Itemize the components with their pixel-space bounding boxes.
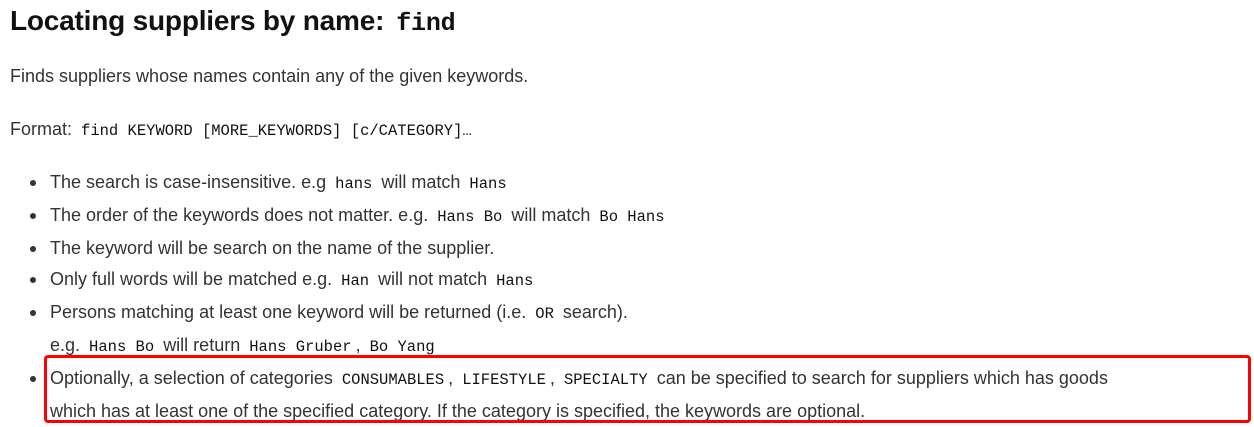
bullet-icon [30,310,36,316]
command-description: Finds suppliers whose names contain any … [10,66,529,86]
list-item: The order of the keywords does not matte… [10,200,1250,233]
bullet-icon [30,180,36,186]
format-label: Format: [10,119,73,139]
bullet-icon [30,277,36,283]
bullet-icon [30,246,36,252]
heading-text: Locating suppliers by name: [10,5,385,36]
list-item-highlighted: Optionally, a selection of categories CO… [10,363,1250,427]
notes-list: The search is case-insensitive. e.g hans… [10,167,1250,427]
list-item: Persons matching at least one keyword wi… [10,297,1250,363]
heading-command: find [396,9,456,38]
format-code: find KEYWORD [MORE_KEYWORDS] [c/CATEGORY… [81,122,472,140]
list-item: Only full words will be matched e.g. Han… [10,264,1250,297]
bullet-icon [30,376,36,382]
list-item: The keyword will be search on the name o… [10,233,1250,264]
list-item: The search is case-insensitive. e.g hans… [10,167,1250,200]
command-format: Format: find KEYWORD [MORE_KEYWORDS] [c/… [10,119,476,140]
bullet-icon [30,213,36,219]
section-heading: Locating suppliers by name: find [10,5,456,38]
